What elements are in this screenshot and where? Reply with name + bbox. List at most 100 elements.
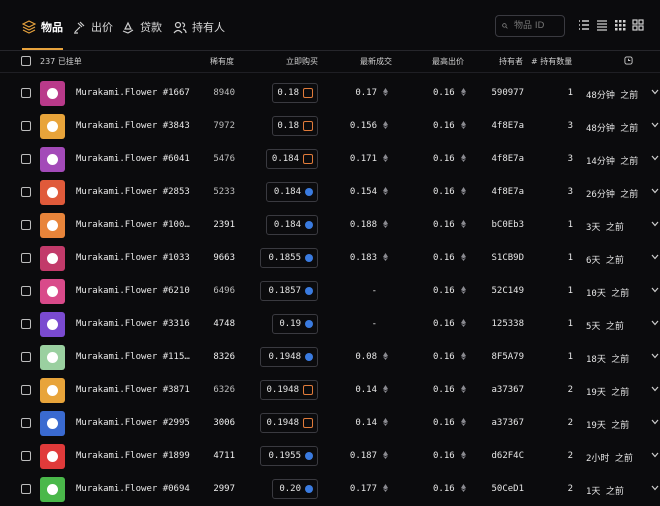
buy-now-button[interactable]: 0.1948: [260, 347, 318, 367]
buy-now-button[interactable]: 0.18: [272, 83, 318, 103]
tab-bids[interactable]: 出价: [72, 14, 113, 40]
owner-address[interactable]: 8F5A79: [491, 352, 524, 362]
nft-thumbnail[interactable]: [40, 114, 65, 139]
table-row[interactable]: Murakami.Flower #1899 4711 0.1955 0.187 …: [0, 440, 660, 473]
table-row[interactable]: Murakami.Flower #3316 4748 0.19 - 0.16 1…: [0, 308, 660, 341]
buy-now-button[interactable]: 0.184: [266, 182, 318, 202]
row-checkbox[interactable]: [21, 286, 31, 296]
table-row[interactable]: Murakami.Flower #1033 9663 0.1855 0.183 …: [0, 242, 660, 275]
row-checkbox[interactable]: [21, 352, 31, 362]
search-input[interactable]: [512, 20, 564, 32]
owner-address[interactable]: 50CeD1: [491, 484, 524, 494]
tab-items[interactable]: 物品: [22, 14, 63, 50]
clock-icon[interactable]: [624, 56, 633, 65]
nft-thumbnail[interactable]: [40, 378, 65, 403]
buy-now-button[interactable]: 0.1857: [260, 281, 318, 301]
owner-address[interactable]: S1CB9D: [491, 253, 524, 263]
item-name[interactable]: Murakami.Flower #1899: [76, 451, 190, 461]
column-owner[interactable]: 持有者: [499, 56, 523, 67]
row-checkbox[interactable]: [21, 154, 31, 164]
owner-address[interactable]: d62F4C: [491, 451, 524, 461]
item-name[interactable]: Murakami.Flower #1033: [76, 253, 190, 263]
chevron-down-icon[interactable]: [651, 89, 659, 95]
nft-thumbnail[interactable]: [40, 411, 65, 436]
table-row[interactable]: Murakami.Flower #6041 5476 0.184 0.171 0…: [0, 143, 660, 176]
nft-thumbnail[interactable]: [40, 180, 65, 205]
table-row[interactable]: Murakami.Flower #100… 2391 0.184 0.188 0…: [0, 209, 660, 242]
chevron-down-icon[interactable]: [651, 386, 659, 392]
item-name[interactable]: Murakami.Flower #2853: [76, 187, 190, 197]
nft-thumbnail[interactable]: [40, 345, 65, 370]
row-checkbox[interactable]: [21, 418, 31, 428]
owner-address[interactable]: 590977: [491, 88, 524, 98]
row-checkbox[interactable]: [21, 220, 31, 230]
table-row[interactable]: Murakami.Flower #2995 3006 0.1948 0.14 0…: [0, 407, 660, 440]
chevron-down-icon[interactable]: [651, 419, 659, 425]
item-name[interactable]: Murakami.Flower #6041: [76, 154, 190, 164]
chevron-down-icon[interactable]: [651, 485, 659, 491]
owner-address[interactable]: a37367: [491, 418, 524, 428]
chevron-down-icon[interactable]: [651, 287, 659, 293]
detailed-list-icon[interactable]: [596, 19, 608, 31]
chevron-down-icon[interactable]: [651, 155, 659, 161]
column-rarity[interactable]: 稀有度: [210, 56, 234, 67]
item-name[interactable]: Murakami.Flower #3843: [76, 121, 190, 131]
owner-address[interactable]: 125338: [491, 319, 524, 329]
buy-now-button[interactable]: 0.184: [266, 149, 318, 169]
row-checkbox[interactable]: [21, 451, 31, 461]
buy-now-button[interactable]: 0.20: [272, 479, 318, 499]
chevron-down-icon[interactable]: [651, 122, 659, 128]
buy-now-button[interactable]: 0.18: [272, 116, 318, 136]
tab-loans[interactable]: 贷款: [121, 14, 162, 40]
buy-now-button[interactable]: 0.1855: [260, 248, 318, 268]
buy-now-button[interactable]: 0.1948: [260, 413, 318, 433]
row-checkbox[interactable]: [21, 385, 31, 395]
table-row[interactable]: Murakami.Flower #115… 8326 0.1948 0.08 0…: [0, 341, 660, 374]
row-checkbox[interactable]: [21, 121, 31, 131]
table-row[interactable]: Murakami.Flower #3843 7972 0.18 0.156 0.…: [0, 110, 660, 143]
nft-thumbnail[interactable]: [40, 213, 65, 238]
tab-holders[interactable]: 持有人: [173, 14, 225, 40]
chevron-down-icon[interactable]: [651, 353, 659, 359]
select-all-checkbox[interactable]: [21, 56, 31, 66]
nft-thumbnail[interactable]: [40, 444, 65, 469]
chevron-down-icon[interactable]: [651, 254, 659, 260]
owner-address[interactable]: bC0Eb3: [491, 220, 524, 230]
item-name[interactable]: Murakami.Flower #2995: [76, 418, 190, 428]
item-name[interactable]: Murakami.Flower #1667: [76, 88, 190, 98]
nft-thumbnail[interactable]: [40, 279, 65, 304]
row-checkbox[interactable]: [21, 187, 31, 197]
column-quantity[interactable]: # 持有数量: [531, 56, 572, 67]
table-row[interactable]: Murakami.Flower #3871 6326 0.1948 0.14 0…: [0, 374, 660, 407]
table-row[interactable]: Murakami.Flower #6210 6496 0.1857 - 0.16…: [0, 275, 660, 308]
table-row[interactable]: Murakami.Flower #0694 2997 0.20 0.177 0.…: [0, 473, 660, 506]
item-id-search[interactable]: [495, 15, 565, 37]
large-grid-icon[interactable]: [632, 19, 644, 31]
item-name[interactable]: Murakami.Flower #3316: [76, 319, 190, 329]
row-checkbox[interactable]: [21, 484, 31, 494]
column-buy-now[interactable]: 立即购买: [286, 56, 318, 67]
chevron-down-icon[interactable]: [651, 188, 659, 194]
buy-now-button[interactable]: 0.19: [272, 314, 318, 334]
buy-now-button[interactable]: 0.1955: [260, 446, 318, 466]
owner-address[interactable]: 4f8E7a: [491, 154, 524, 164]
item-name[interactable]: Murakami.Flower #100…: [76, 220, 190, 230]
item-name[interactable]: Murakami.Flower #115…: [76, 352, 190, 362]
item-name[interactable]: Murakami.Flower #3871: [76, 385, 190, 395]
column-top-bid[interactable]: 最高出价: [432, 56, 464, 67]
item-name[interactable]: Murakami.Flower #0694: [76, 484, 190, 494]
row-checkbox[interactable]: [21, 253, 31, 263]
nft-thumbnail[interactable]: [40, 246, 65, 271]
chevron-down-icon[interactable]: [651, 452, 659, 458]
nft-thumbnail[interactable]: [40, 312, 65, 337]
nft-thumbnail[interactable]: [40, 477, 65, 502]
nft-thumbnail[interactable]: [40, 81, 65, 106]
owner-address[interactable]: 4f8E7a: [491, 187, 524, 197]
item-name[interactable]: Murakami.Flower #6210: [76, 286, 190, 296]
grid-view-icon[interactable]: [614, 19, 626, 31]
row-checkbox[interactable]: [21, 319, 31, 329]
table-row[interactable]: Murakami.Flower #1667 8940 0.18 0.17 0.1…: [0, 77, 660, 110]
row-checkbox[interactable]: [21, 88, 31, 98]
owner-address[interactable]: a37367: [491, 385, 524, 395]
owner-address[interactable]: 4f8E7a: [491, 121, 524, 131]
